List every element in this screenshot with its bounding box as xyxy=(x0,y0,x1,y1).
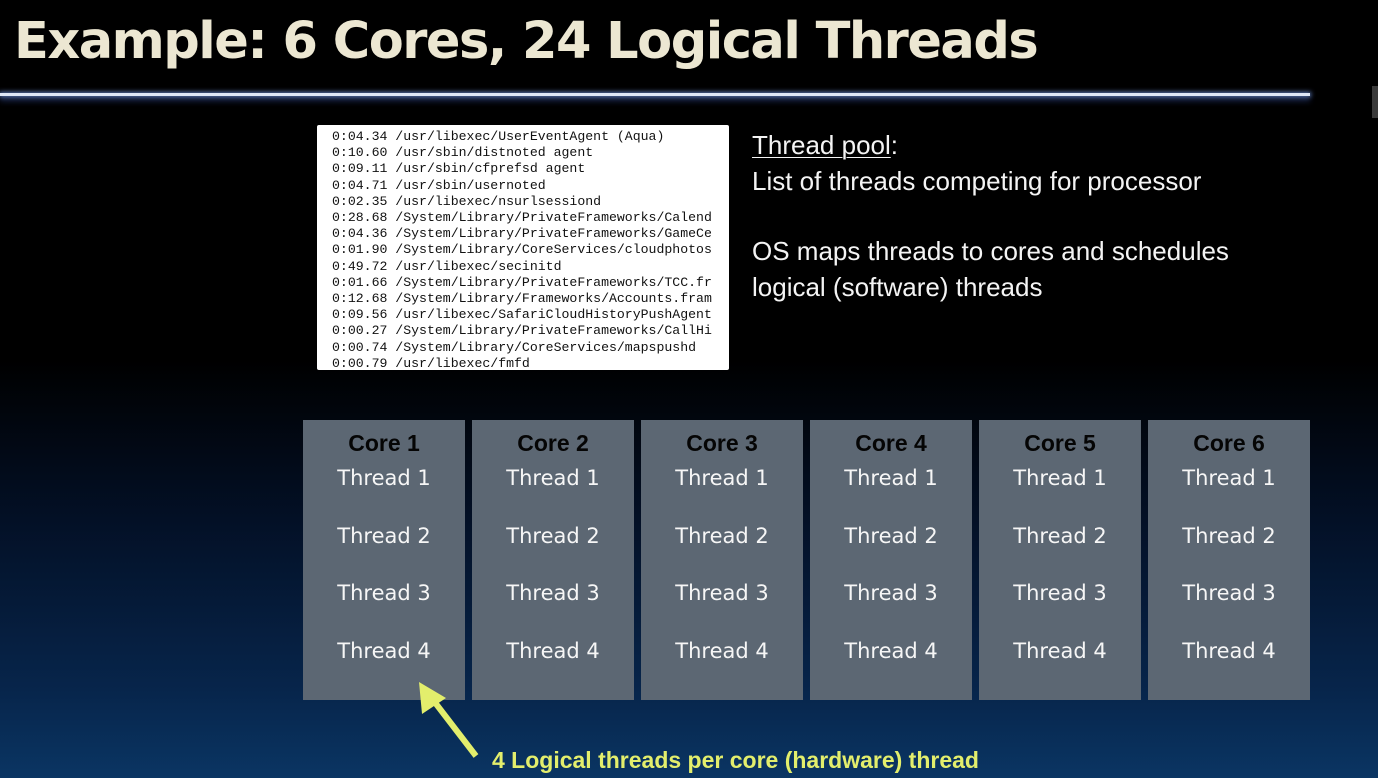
thread-list: Thread 1 Thread 2 Thread 3 Thread 4 xyxy=(979,450,1141,681)
thread-label: Thread 3 xyxy=(675,581,769,606)
thread-label: Thread 4 xyxy=(844,639,938,664)
process-list-line: 0:09.56 /usr/libexec/SafariCloudHistoryP… xyxy=(332,307,712,323)
thread-label: Thread 3 xyxy=(1182,581,1276,606)
process-list-line: 0:49.72 /usr/libexec/secinitd xyxy=(332,258,562,274)
thread-pool-description: Thread pool: List of threads competing f… xyxy=(752,127,1352,305)
thread-label: Thread 4 xyxy=(506,639,600,664)
thread-pool-line-3: logical (software) threads xyxy=(752,272,1043,302)
process-list-line: 0:28.68 /System/Library/PrivateFramework… xyxy=(332,210,712,226)
core-column-4: Core 4 Thread 1 Thread 2 Thread 3 Thread 4 xyxy=(810,420,972,700)
thread-label: Thread 3 xyxy=(1013,581,1107,606)
process-list-line: 0:01.66 /System/Library/PrivateFramework… xyxy=(332,274,712,290)
thread-label: Thread 4 xyxy=(675,639,769,664)
thread-label: Thread 2 xyxy=(1013,523,1107,548)
thread-label: Thread 2 xyxy=(844,523,938,548)
process-list-line: 0:00.79 /usr/libexec/fmfd xyxy=(332,355,530,370)
thread-pool-heading-colon: : xyxy=(890,130,898,160)
thread-label: Thread 4 xyxy=(1182,639,1276,664)
thread-label: Thread 1 xyxy=(675,466,769,490)
core-column-6: Core 6 Thread 1 Thread 2 Thread 3 Thread 4 xyxy=(1148,420,1310,700)
process-list-screenshot: 0:04.34 /usr/libexec/UserEventAgent (Aqu… xyxy=(317,125,729,370)
core-column-3: Core 3 Thread 1 Thread 2 Thread 3 Thread 4 xyxy=(641,420,803,700)
core-column-1: Core 1 Thread 1 Thread 2 Thread 3 Thread 4 xyxy=(303,420,465,700)
logical-threads-annotation: 4 Logical threads per core (hardware) th… xyxy=(492,747,979,773)
thread-pool-heading: Thread pool xyxy=(752,130,891,160)
process-list-line: 0:12.68 /System/Library/Frameworks/Accou… xyxy=(332,291,712,307)
title-divider xyxy=(0,93,1310,96)
thread-list: Thread 1 Thread 2 Thread 3 Thread 4 xyxy=(1148,450,1310,681)
thread-label: Thread 1 xyxy=(1182,466,1276,490)
thread-list: Thread 1 Thread 2 Thread 3 Thread 4 xyxy=(810,450,972,681)
process-list-line: 0:01.90 /System/Library/CoreServices/clo… xyxy=(332,242,712,258)
thread-label: Thread 2 xyxy=(675,523,769,548)
process-list-line: 0:04.36 /System/Library/PrivateFramework… xyxy=(332,226,712,242)
thread-label: Thread 4 xyxy=(1013,639,1107,664)
process-list-line: 0:10.60 /usr/sbin/distnoted agent xyxy=(332,145,594,161)
slide-title: Example: 6 Cores, 24 Logical Threads xyxy=(14,12,1039,71)
thread-label: Thread 1 xyxy=(1013,466,1107,490)
thread-list: Thread 1 Thread 2 Thread 3 Thread 4 xyxy=(303,450,465,681)
edge-artifact xyxy=(1372,86,1378,118)
thread-pool-line-1: List of threads competing for processor xyxy=(752,166,1202,196)
process-list-line: 0:04.71 /usr/sbin/usernoted xyxy=(332,177,546,193)
thread-label: Thread 3 xyxy=(506,581,600,606)
thread-label: Thread 1 xyxy=(506,466,600,490)
process-list-line: 0:04.34 /usr/libexec/UserEventAgent (Aqu… xyxy=(332,129,665,144)
thread-label: Thread 2 xyxy=(506,523,600,548)
core-column-2: Core 2 Thread 1 Thread 2 Thread 3 Thread 4 xyxy=(472,420,634,700)
thread-label: Thread 3 xyxy=(337,581,431,606)
thread-label: Thread 2 xyxy=(1182,523,1276,548)
process-list-line: 0:09.11 /usr/sbin/cfprefsd agent xyxy=(332,161,586,177)
thread-label: Thread 1 xyxy=(337,466,431,490)
core-column-5: Core 5 Thread 1 Thread 2 Thread 3 Thread 4 xyxy=(979,420,1141,700)
process-list-line: 0:00.27 /System/Library/PrivateFramework… xyxy=(332,323,712,339)
thread-list: Thread 1 Thread 2 Thread 3 Thread 4 xyxy=(472,450,634,681)
thread-list: Thread 1 Thread 2 Thread 3 Thread 4 xyxy=(641,450,803,681)
process-list-line: 0:02.35 /usr/libexec/nsurlsessiond xyxy=(332,193,602,209)
thread-label: Thread 1 xyxy=(844,466,938,490)
thread-pool-line-2: OS maps threads to cores and schedules xyxy=(752,236,1229,266)
thread-label: Thread 3 xyxy=(844,581,938,606)
process-list-line: 0:00.74 /System/Library/CoreServices/map… xyxy=(332,339,697,355)
thread-label: Thread 2 xyxy=(337,523,431,548)
thread-pool-heading-line: Thread pool: xyxy=(752,127,1352,163)
arrow-icon xyxy=(419,682,479,758)
thread-label: Thread 4 xyxy=(337,639,431,664)
cores-diagram: Core 1 Thread 1 Thread 2 Thread 3 Thread 4 Co… xyxy=(303,420,1310,700)
